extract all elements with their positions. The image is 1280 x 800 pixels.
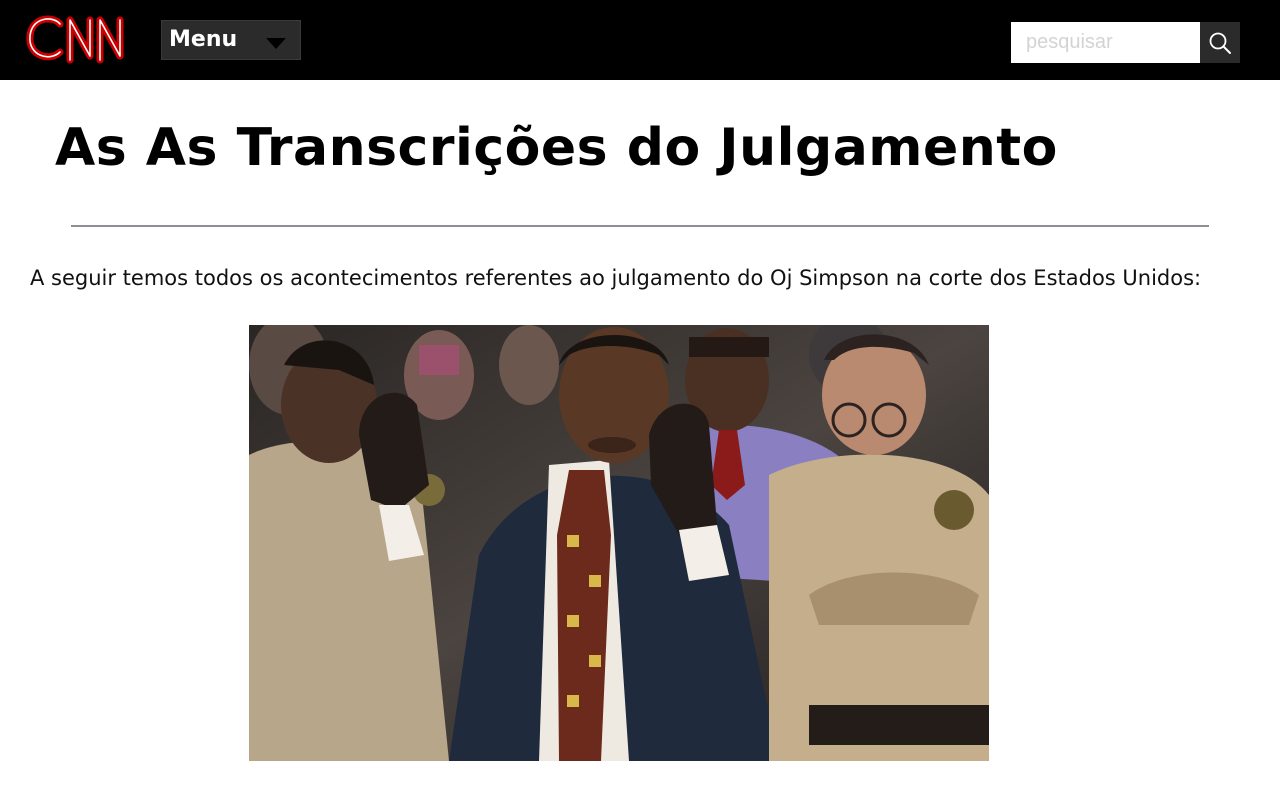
intro-text: A seguir temos todos os acontecimentos r… [30,266,1202,290]
page-title: As As Transcrições do Julgamento [55,118,1058,178]
top-navigation-bar: Menu [0,0,1280,80]
search-button[interactable] [1200,22,1240,63]
search-input[interactable] [1011,22,1200,63]
menu-label: Menu [169,27,238,52]
magnifier-icon [1209,32,1231,54]
caret-down-icon [266,38,286,49]
menu-button[interactable]: Menu [161,20,301,60]
cnn-logo[interactable] [26,12,134,66]
title-divider [71,225,1209,227]
trial-photo [249,325,989,761]
